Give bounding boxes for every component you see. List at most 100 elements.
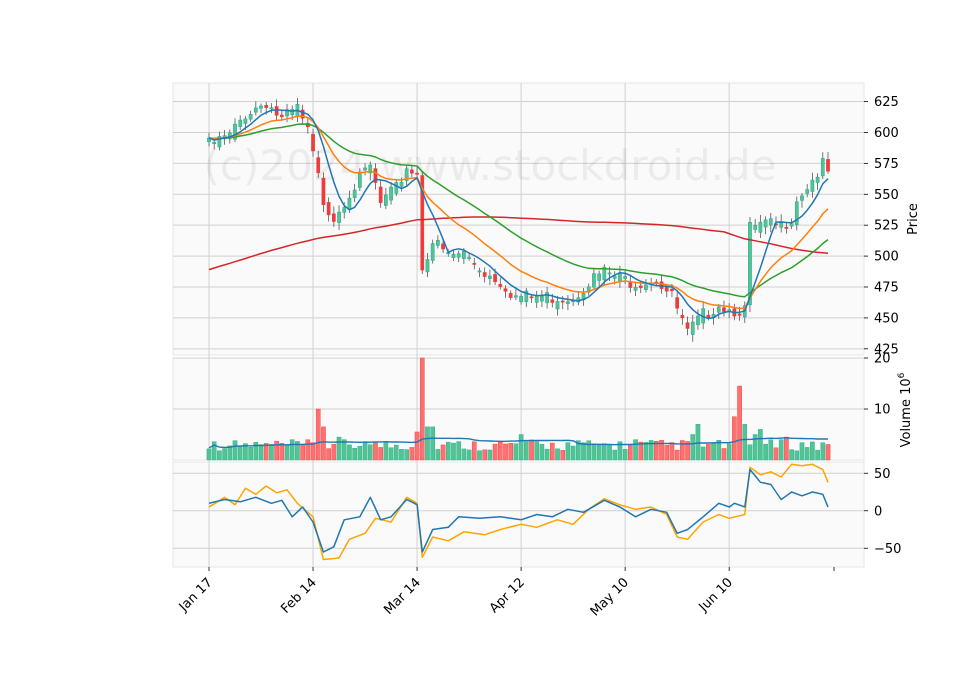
candle-down <box>550 299 555 303</box>
volume-bar-up <box>399 449 404 461</box>
volume-bar-up <box>539 443 545 461</box>
candle-up <box>597 273 601 281</box>
oscillator-axis-ticks: −50 0 50 <box>864 467 901 557</box>
volume-bar-up <box>815 449 820 461</box>
volume-bar-up <box>388 447 394 461</box>
volume-bar-down <box>550 442 555 461</box>
candle-down <box>472 263 477 265</box>
volume-bar-down <box>440 444 446 461</box>
volume-bar-up <box>695 424 701 461</box>
volume-bar-down <box>784 436 789 461</box>
candle-up <box>794 201 799 226</box>
candle-down <box>316 157 321 174</box>
candle-up <box>352 189 357 198</box>
volume-bar-down <box>706 444 711 461</box>
volume-bar-up <box>799 442 805 461</box>
volume-bar-down <box>721 448 727 461</box>
volume-axis-label: Volume 106 <box>897 372 914 447</box>
volume-bar-up <box>633 439 638 461</box>
price-tick-label: 475 <box>874 281 899 296</box>
candle-down <box>264 104 269 108</box>
volume-bar-up <box>383 441 389 461</box>
candle-up <box>243 118 248 124</box>
volume-bar-up <box>445 441 451 461</box>
price-tick-label: 450 <box>874 311 899 326</box>
oscillator-tick-label: 50 <box>874 467 891 482</box>
volume-bar-up <box>284 444 290 461</box>
volume-bar-down <box>315 408 321 461</box>
volume-bar-up <box>461 448 467 461</box>
candle-down <box>670 288 674 292</box>
volume-bar-up <box>456 441 461 461</box>
volume-bar-up <box>711 442 716 461</box>
volume-bar-down <box>737 385 742 461</box>
volume-bar-up <box>425 426 430 461</box>
candle-up <box>467 257 471 259</box>
candle-up <box>815 176 820 183</box>
candle-down <box>784 226 789 229</box>
candle-up <box>696 315 700 326</box>
candle-down <box>378 186 383 203</box>
volume-bar-up <box>690 434 696 461</box>
volume-bar-up <box>700 446 706 461</box>
volume-bar-down <box>419 357 425 461</box>
candle-down <box>321 177 326 206</box>
volume-bar-up <box>451 442 456 461</box>
price-tick-label: 600 <box>874 126 899 141</box>
candle-down <box>508 293 513 298</box>
volume-bar-up <box>232 440 238 461</box>
candle-up <box>337 211 341 223</box>
candle-up <box>451 253 456 258</box>
volume-bar-up <box>362 441 368 461</box>
price-axis-ticks: 425450475500525550575600625 <box>864 95 899 357</box>
volume-bar-up <box>211 441 217 461</box>
candle-up <box>633 287 638 291</box>
candle-up <box>607 272 612 275</box>
volume-bar-up <box>466 449 472 461</box>
oscillator-tick-label: −50 <box>874 542 901 557</box>
volume-bar-down <box>482 449 487 461</box>
candle-up <box>690 321 695 335</box>
volume-bar-up <box>518 434 524 461</box>
price-axis-label: Price <box>906 203 921 235</box>
volume-bar-down <box>414 431 420 461</box>
oscillator-tick-label: 0 <box>874 504 882 519</box>
volume-bar-up <box>820 442 826 461</box>
stock-chart: (c)2024 www.stockdroid.de 42545047550052… <box>172 82 921 619</box>
candle-down <box>498 283 503 287</box>
date-tick-label: May 10 <box>588 575 632 619</box>
candle-down <box>311 133 315 152</box>
candle-down <box>722 307 726 312</box>
volume-bar-down <box>503 443 508 461</box>
candle-up <box>555 301 560 310</box>
price-tick-label: 550 <box>874 188 899 203</box>
volume-bar-down <box>638 441 644 461</box>
volume-bar-up <box>596 444 602 461</box>
volume-bar-down <box>378 447 383 461</box>
candle-up <box>545 292 549 304</box>
volume-bar-up <box>269 444 274 461</box>
volume-bar-up <box>258 444 264 461</box>
volume-bar-down <box>300 444 305 461</box>
volume-bar-up <box>347 444 352 461</box>
volume-bar-up <box>513 443 519 461</box>
volume-bar-up <box>612 449 618 461</box>
volume-bar-up <box>789 449 794 461</box>
candle-down <box>638 285 643 289</box>
volume-bar-up <box>607 444 612 461</box>
candle-down <box>675 297 680 309</box>
candle-up <box>800 195 804 201</box>
volume-bar-up <box>794 450 800 461</box>
volume-bar-down <box>560 450 566 461</box>
volume-bar-up <box>591 443 597 461</box>
volume-bar-up <box>768 439 774 461</box>
volume-bar-up <box>570 445 576 461</box>
volume-bar-up <box>341 439 347 461</box>
candle-up <box>384 194 388 206</box>
candle-up <box>789 223 794 227</box>
candle-up <box>269 107 274 110</box>
volume-bar-down <box>305 439 311 461</box>
volume-bar-up <box>217 450 222 461</box>
volume-bar-up <box>237 445 243 461</box>
volume-bar-down <box>321 426 326 461</box>
